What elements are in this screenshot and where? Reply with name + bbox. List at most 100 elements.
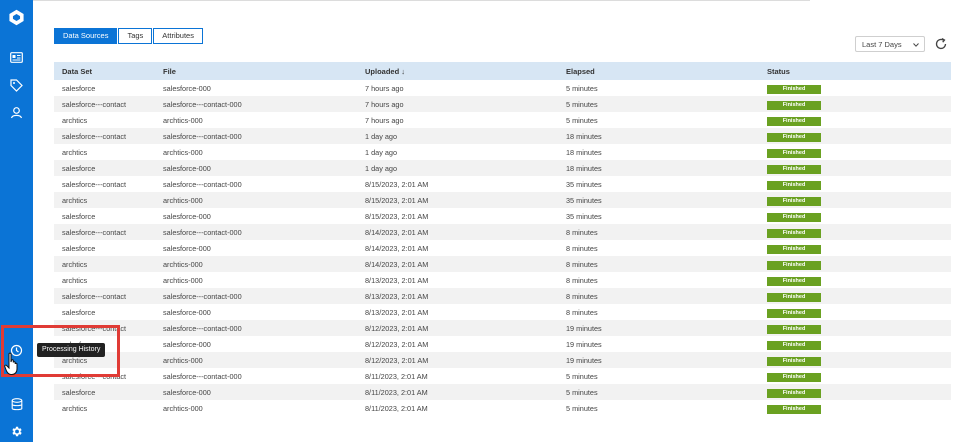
cell-data-set: salesforce <box>54 160 155 176</box>
cell-elapsed: 5 minutes <box>566 115 598 125</box>
cell-data-set: salesforce---contact <box>54 224 155 240</box>
cell-elapsed: 5 minutes <box>558 96 759 112</box>
cell-uploaded: 8/13/2023, 2:01 AM <box>365 275 429 285</box>
id-card-icon <box>10 52 23 63</box>
cell-file: archtics-000 <box>155 256 357 272</box>
cell-status: Finished <box>759 240 951 256</box>
table-row[interactable]: salesforce---contact salesforce---contact… <box>54 320 951 336</box>
table-row[interactable]: salesforce---contact salesforce---contact… <box>54 96 951 112</box>
cell-status: Finished <box>759 256 951 272</box>
cell-status: Finished <box>759 320 951 336</box>
table-header-row: Data Set File Uploaded ↓ Elapsed Status <box>54 62 951 80</box>
cell-file: salesforce---contact-000 <box>163 179 242 189</box>
cell-elapsed: 35 minutes <box>558 192 759 208</box>
cell-elapsed: 5 minutes <box>566 371 598 381</box>
database-icon <box>11 398 22 411</box>
cell-status: Finished <box>759 352 951 368</box>
gear-icon <box>12 426 22 437</box>
table-row[interactable]: salesforce salesforce-000 8/11/2023, 2:01 … <box>54 384 951 400</box>
cell-status: Finished <box>759 112 951 128</box>
table-row[interactable]: salesforce---contact salesforce---contact… <box>54 176 951 192</box>
cell-elapsed: 8 minutes <box>558 256 759 272</box>
cell-status: Finished <box>759 80 951 96</box>
cell-file: salesforce---contact-000 <box>155 224 357 240</box>
sidebar-item-profiles[interactable] <box>8 104 25 121</box>
status-badge: Finished <box>767 100 821 110</box>
cell-elapsed: 5 minutes <box>566 403 598 413</box>
table-row[interactable]: archtics archtics-000 1 day ago 18 minutes F… <box>54 144 951 160</box>
cell-uploaded: 8/14/2023, 2:01 AM <box>365 243 429 253</box>
cell-file: archtics-000 <box>163 275 203 285</box>
table-row[interactable]: salesforce salesforce-000 1 day ago 18 minu… <box>54 160 951 176</box>
date-range-value: Last 7 Days <box>862 40 902 49</box>
table-row[interactable]: salesforce salesforce-000 8/15/2023, 2:01 … <box>54 208 951 224</box>
cell-uploaded: 8/12/2023, 2:01 AM <box>357 352 558 368</box>
cell-elapsed: 8 minutes <box>558 288 759 304</box>
table-row[interactable]: archtics archtics-000 7 hours ago 5 minutes… <box>54 112 951 128</box>
table-row[interactable]: salesforce---contact salesforce---contact… <box>54 368 951 384</box>
cell-file: salesforce---contact-000 <box>155 320 357 336</box>
cell-elapsed: 8 minutes <box>566 307 598 317</box>
table-row[interactable]: archtics archtics-000 8/14/2023, 2:01 AM 8 … <box>54 256 951 272</box>
cell-data-set: archtics <box>62 115 88 125</box>
tab-tags[interactable]: Tags <box>118 28 153 44</box>
cell-uploaded: 8/15/2023, 2:01 AM <box>357 192 558 208</box>
table-row[interactable]: salesforce---contact salesforce---contact… <box>54 288 951 304</box>
tab-attributes[interactable]: Attributes <box>153 28 203 44</box>
cell-elapsed: 35 minutes <box>566 179 602 189</box>
cell-uploaded: 8/11/2023, 2:01 AM <box>365 371 428 381</box>
sidebar-item-tags[interactable] <box>8 77 25 94</box>
table-row[interactable]: salesforce salesforce-000 8/14/2023, 2:01 … <box>54 240 951 256</box>
cell-status: Finished <box>759 400 951 416</box>
status-badge: Finished <box>767 404 821 414</box>
table-row[interactable]: archtics archtics-000 8/13/2023, 2:01 AM 8 … <box>54 272 951 288</box>
status-badge: Finished <box>767 228 821 238</box>
cell-uploaded: 8/15/2023, 2:01 AM <box>365 211 429 221</box>
cell-uploaded: 8/14/2023, 2:01 AM <box>357 256 558 272</box>
date-range-select[interactable]: Last 7 Days <box>855 36 925 52</box>
cell-uploaded: 8/11/2023, 2:01 AM <box>357 384 558 400</box>
status-badge: Finished <box>767 308 821 318</box>
sidebar-item-settings[interactable] <box>8 423 25 440</box>
chevron-down-icon <box>913 43 919 47</box>
column-header-elapsed[interactable]: Elapsed <box>558 62 759 80</box>
cell-data-set: salesforce <box>62 83 96 93</box>
status-badge: Finished <box>767 244 821 254</box>
sidebar-item-database[interactable] <box>8 396 25 413</box>
table-row[interactable]: salesforce salesforce-000 7 hours ago 5 min… <box>54 80 951 96</box>
column-header-data-set[interactable]: Data Set <box>54 62 155 80</box>
cell-uploaded: 8/13/2023, 2:01 AM <box>357 288 558 304</box>
cell-file: salesforce-000 <box>163 243 211 253</box>
logo-icon[interactable] <box>8 9 25 26</box>
cell-status: Finished <box>759 192 951 208</box>
table-row[interactable]: archtics archtics-000 8/12/2023, 2:01 AM 19… <box>54 352 951 368</box>
cell-status: Finished <box>759 128 951 144</box>
sidebar-item-data-sets[interactable] <box>8 49 25 66</box>
table-row[interactable]: salesforcesalesforce-0008/12/2023, 2:01 … <box>54 336 951 352</box>
cell-uploaded: 7 hours ago <box>365 83 404 93</box>
cell-file: salesforce-000 <box>155 384 357 400</box>
cell-file: archtics-000 <box>155 192 357 208</box>
cell-status: Finished <box>759 208 951 224</box>
table-row[interactable]: salesforce---contact salesforce---contact… <box>54 224 951 240</box>
tab-data-sources[interactable]: Data Sources <box>54 28 118 44</box>
cell-status: Finished <box>759 368 951 384</box>
status-badge: Finished <box>767 212 821 222</box>
cell-data-set: archtics <box>62 403 88 413</box>
refresh-icon[interactable] <box>934 37 948 51</box>
column-header-file[interactable]: File <box>155 62 357 80</box>
cell-data-set: salesforce---contact <box>54 96 155 112</box>
table-row[interactable]: archtics archtics-000 8/15/2023, 2:01 AM 35… <box>54 192 951 208</box>
table-row[interactable]: archtics archtics-000 8/11/2023, 2:01 AM 5 … <box>54 400 951 416</box>
table-row[interactable]: salesforce---contact salesforce---contact… <box>54 128 951 144</box>
cell-data-set: archtics <box>54 192 155 208</box>
status-badge: Finished <box>767 356 821 366</box>
cell-elapsed: 35 minutes <box>566 211 602 221</box>
cell-elapsed: 8 minutes <box>558 224 759 240</box>
cell-data-set: salesforce <box>54 384 155 400</box>
column-header-uploaded[interactable]: Uploaded ↓ <box>357 62 558 80</box>
column-header-status[interactable]: Status <box>759 62 951 80</box>
cell-data-set: salesforce <box>62 307 96 317</box>
cell-elapsed: 18 minutes <box>558 128 759 144</box>
table-row[interactable]: salesforce salesforce-000 8/13/2023, 2:01 … <box>54 304 951 320</box>
